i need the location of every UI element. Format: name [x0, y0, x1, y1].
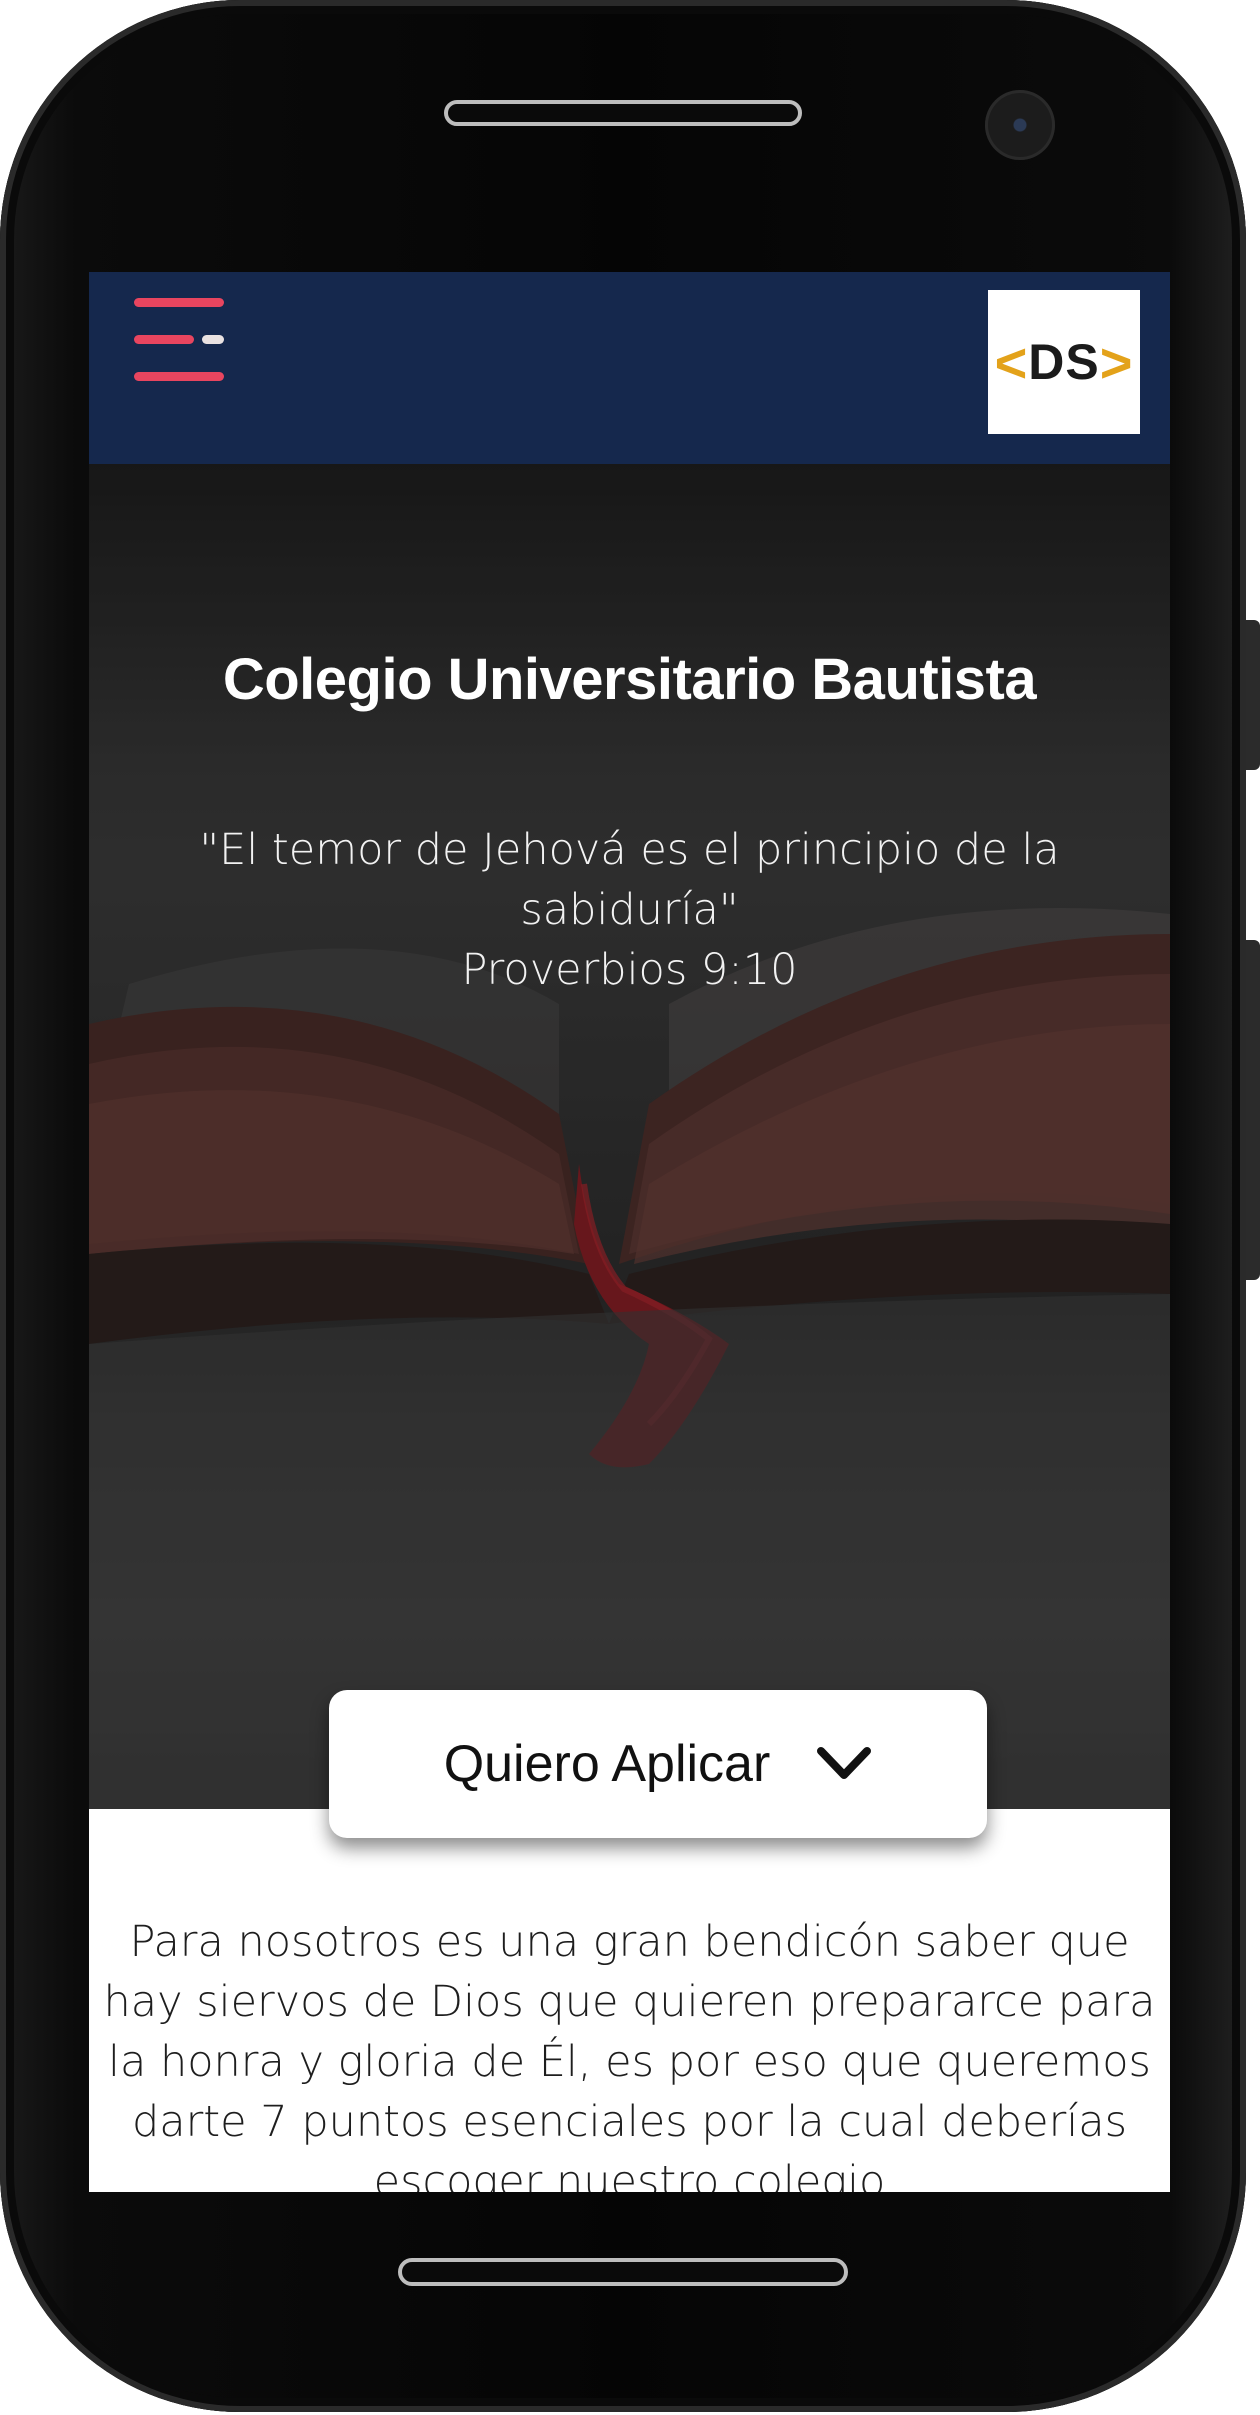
device-mockup-stage: < DS > Colegio Universitario Bautista "E…	[0, 0, 1260, 2415]
logo-right-bracket: >	[1099, 330, 1134, 394]
phone-screen: < DS > Colegio Universitario Bautista "E…	[89, 272, 1170, 2192]
front-camera-icon	[985, 90, 1055, 160]
menu-line-bottom	[134, 372, 224, 381]
home-bar	[398, 2258, 848, 2286]
quote-text: "El temor de Jehová es el principio de l…	[199, 825, 1060, 935]
intro-paragraph: Para nosotros es una gran bendicón saber…	[103, 1917, 1156, 2192]
hero-title: Colegio Universitario Bautista	[222, 647, 1037, 712]
menu-line-middle	[134, 335, 194, 344]
logo-left-bracket: <	[994, 330, 1029, 394]
top-navbar: < DS >	[89, 272, 1170, 464]
power-button	[1246, 940, 1260, 1280]
earpiece-speaker	[444, 100, 802, 126]
apply-dropdown-button[interactable]: Quiero Aplicar	[329, 1690, 987, 1838]
chevron-down-icon	[817, 1747, 872, 1779]
hero-quote: "El temor de Jehová es el principio de l…	[159, 820, 1100, 1000]
menu-line-top	[134, 298, 224, 307]
logo-letters: DS	[1028, 334, 1100, 390]
hero-section: Colegio Universitario Bautista "El temor…	[89, 464, 1170, 1809]
apply-button-label: Quiero Aplicar	[443, 1735, 771, 1793]
quote-reference: Proverbios 9:10	[461, 945, 798, 995]
phone-frame: < DS > Colegio Universitario Bautista "E…	[0, 0, 1260, 2412]
ds-logo[interactable]: < DS >	[988, 290, 1140, 434]
menu-line-dot	[202, 335, 224, 344]
volume-button	[1246, 620, 1260, 770]
hamburger-menu-icon[interactable]	[134, 298, 224, 388]
